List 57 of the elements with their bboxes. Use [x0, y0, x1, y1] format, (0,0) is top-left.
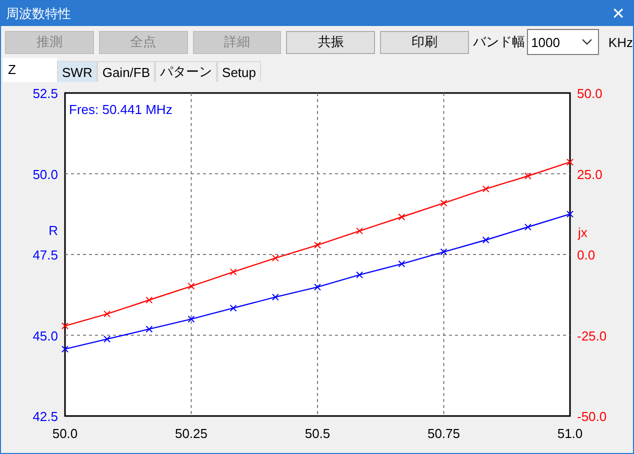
axis-tick-label: 51.0: [557, 426, 583, 441]
data-marker: [104, 310, 111, 318]
axis-tick-label: 52.5: [32, 86, 58, 101]
data-marker: [272, 254, 279, 262]
tab[interactable]: パターン: [155, 61, 218, 82]
toolbar-button[interactable]: 共振: [286, 30, 376, 54]
data-marker: [188, 316, 195, 323]
axis-tick-label: 50.0: [577, 86, 602, 101]
data-marker: [482, 185, 490, 192]
axis-tick-label: 45.0: [32, 328, 58, 344]
annotation-text: Fres: 50.441 MHz: [69, 102, 172, 117]
data-marker: [272, 294, 279, 301]
data-marker: [146, 326, 153, 333]
axis-title: R: [48, 223, 58, 238]
data-marker: [188, 282, 195, 290]
data-marker: [398, 260, 406, 268]
data-marker: [440, 200, 448, 207]
tab[interactable]: Setup: [217, 61, 262, 82]
close-button[interactable]: ✕: [612, 4, 625, 24]
axis-tick-label: 25.0: [577, 166, 602, 182]
data-marker: [314, 284, 321, 291]
data-marker: [62, 322, 68, 330]
window-title: 周波数特性: [6, 4, 71, 22]
axis-tick-label: 50.0: [52, 426, 78, 441]
toolbar-button[interactable]: 印刷: [380, 30, 470, 54]
data-marker: [230, 304, 237, 312]
tab[interactable]: SWR: [57, 61, 98, 82]
data-marker: [566, 210, 574, 218]
data-marker: [62, 346, 68, 353]
unit-label: KHz: [608, 34, 633, 50]
data-marker: [104, 336, 111, 343]
data-marker: [398, 214, 406, 221]
caret-icon: [582, 39, 592, 45]
axis-tick-label: 50.25: [174, 426, 208, 441]
axis-tick-label: 50.75: [427, 426, 460, 441]
data-marker: [230, 268, 237, 276]
data-marker: [524, 224, 532, 231]
axis-title: jx: [578, 225, 588, 240]
axis-tick-label: 42.5: [32, 409, 58, 424]
tab[interactable]: Z: [3, 58, 57, 82]
data-marker: [356, 271, 364, 278]
axis-tick-label: -50.0: [577, 409, 607, 424]
axis-tick-label: 50.5: [304, 426, 330, 441]
axis-tick-label: 50.0: [32, 166, 58, 182]
data-marker: [524, 172, 532, 180]
data-marker: [566, 158, 574, 166]
data-marker: [482, 236, 490, 244]
axis-tick-label: 0.0: [577, 248, 596, 262]
data-marker: [440, 248, 448, 256]
data-marker: [146, 296, 153, 304]
axis-tick-label: -25.0: [577, 328, 607, 344]
tab[interactable]: Gain/FB: [97, 61, 156, 82]
data-marker: [314, 242, 321, 249]
data-marker: [356, 227, 364, 234]
axis-tick-label: 47.5: [32, 248, 58, 262]
bandwidth-label: バンド幅: [473, 33, 526, 51]
bandwidth-dropdown[interactable]: 1000: [527, 29, 600, 55]
